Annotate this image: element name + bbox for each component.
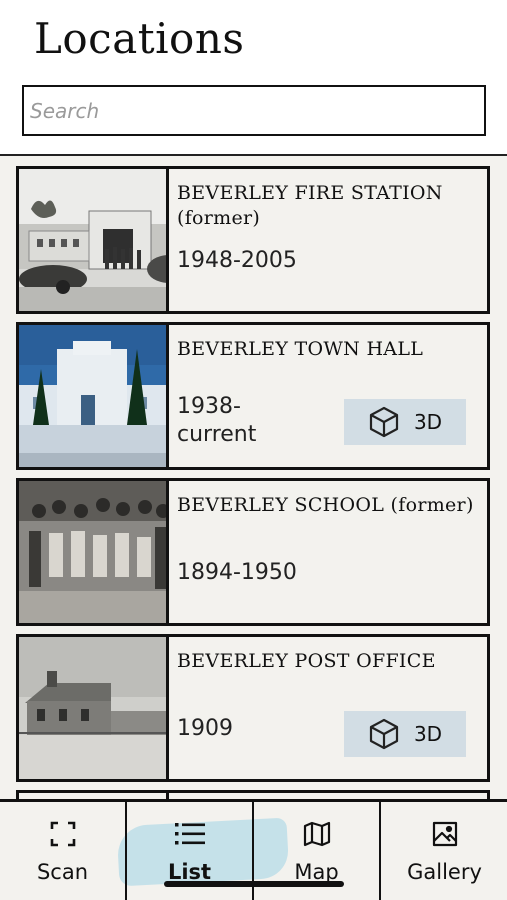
cube-icon bbox=[369, 406, 399, 438]
location-name: BEVERLEY FIRE STATION (former) bbox=[177, 182, 443, 229]
location-years: 1938- current bbox=[177, 394, 257, 447]
tab-gallery-label: Gallery bbox=[407, 860, 482, 884]
home-indicator bbox=[164, 881, 344, 887]
gallery-icon bbox=[432, 820, 458, 848]
location-name: BEVERLEY SCHOOL (former) bbox=[177, 494, 474, 516]
map-icon bbox=[303, 820, 331, 848]
tab-scan-label: Scan bbox=[36, 860, 89, 884]
location-photo bbox=[19, 169, 169, 311]
location-photo bbox=[19, 481, 169, 623]
tab-gallery[interactable]: Gallery bbox=[381, 802, 507, 900]
tab-scan[interactable]: Scan bbox=[0, 802, 127, 900]
location-photo bbox=[19, 325, 169, 467]
view-3d-button[interactable]: 3D bbox=[344, 711, 466, 757]
page-title: Locations bbox=[34, 14, 245, 63]
search-input[interactable] bbox=[22, 85, 486, 136]
location-card-fire-station[interactable]: BEVERLEY FIRE STATION (former) 1948-2005 bbox=[16, 166, 490, 314]
view-3d-button[interactable]: 3D bbox=[344, 399, 466, 445]
view-3d-label: 3D bbox=[413, 410, 443, 434]
location-card-town-hall[interactable]: BEVERLEY TOWN HALL 1938- current 3D bbox=[16, 322, 490, 470]
header: Locations bbox=[0, 0, 507, 156]
location-years: 1948-2005 bbox=[177, 248, 297, 273]
location-card-school[interactable]: BEVERLEY SCHOOL (former) 1894-1950 bbox=[16, 478, 490, 626]
scan-icon bbox=[50, 820, 76, 848]
location-name: BEVERLEY POST OFFICE bbox=[177, 650, 436, 672]
location-photo bbox=[19, 637, 169, 779]
cube-icon bbox=[369, 718, 399, 750]
location-years: 1909 bbox=[177, 716, 233, 741]
view-3d-label: 3D bbox=[413, 722, 443, 746]
location-list[interactable]: BEVERLEY FIRE STATION (former) 1948-2005… bbox=[0, 158, 507, 900]
location-years: 1894-1950 bbox=[177, 560, 297, 585]
location-card-post-office[interactable]: BEVERLEY POST OFFICE 1909 3D bbox=[16, 634, 490, 782]
list-icon bbox=[174, 820, 205, 848]
location-name: BEVERLEY TOWN HALL bbox=[177, 338, 424, 360]
